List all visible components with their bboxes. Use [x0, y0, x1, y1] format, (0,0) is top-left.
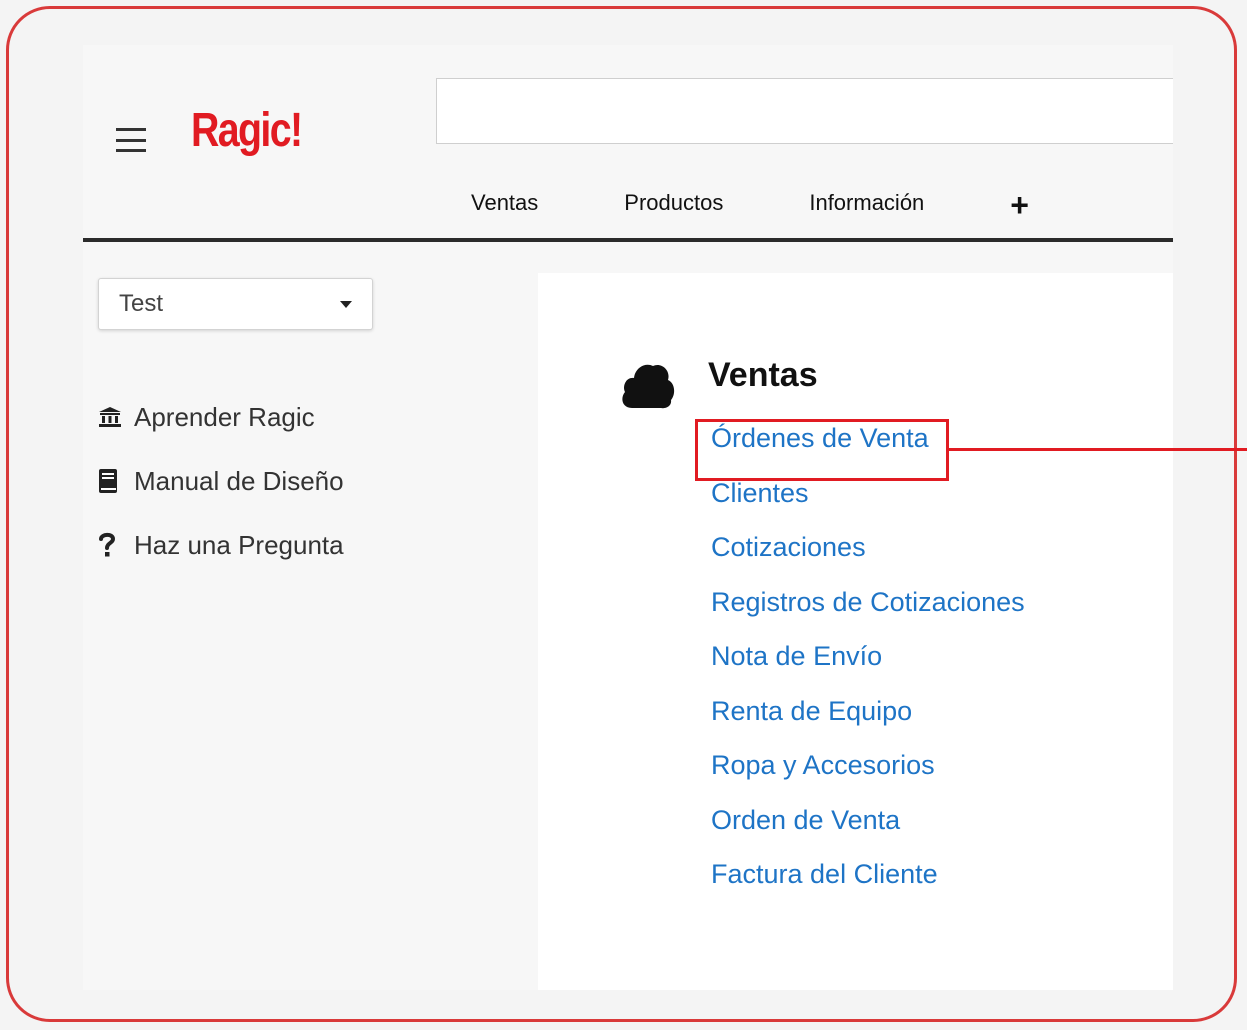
account-select-value: Test — [119, 290, 164, 317]
section-links: Órdenes de Venta Clientes Cotizaciones R… — [711, 411, 1025, 902]
top-bar: Ragic! Ventas Productos Información + — [83, 45, 1173, 242]
tab-ventas[interactable]: Ventas — [471, 190, 538, 216]
sidebar-item-haz-pregunta[interactable]: Haz una Pregunta — [98, 513, 373, 577]
annotation-highlight-box — [695, 419, 949, 481]
sidebar-item-label: Haz una Pregunta — [134, 529, 344, 560]
link-nota-de-envio[interactable]: Nota de Envío — [711, 629, 1025, 684]
add-tab-button[interactable]: + — [1010, 189, 1029, 221]
link-factura-del-cliente[interactable]: Factura del Cliente — [711, 847, 1025, 902]
book-icon — [98, 468, 134, 494]
bank-icon — [98, 406, 134, 428]
link-registros-de-cotizaciones[interactable]: Registros de Cotizaciones — [711, 575, 1025, 630]
main-panel: Ventas Órdenes de Venta Clientes Cotizac… — [538, 273, 1173, 990]
link-renta-de-equipo[interactable]: Renta de Equipo — [711, 684, 1025, 739]
search-input[interactable] — [436, 78, 1173, 144]
link-ropa-y-accesorios[interactable]: Ropa y Accesorios — [711, 738, 1025, 793]
sidebar-item-aprender-ragic[interactable]: Aprender Ragic — [98, 385, 373, 449]
link-orden-de-venta[interactable]: Orden de Venta — [711, 793, 1025, 848]
tab-informacion[interactable]: Información — [809, 190, 924, 216]
annotation-pointer-line — [949, 448, 1247, 451]
menu-icon[interactable] — [116, 128, 146, 152]
sidebar-item-label: Manual de Diseño — [134, 465, 344, 496]
app-window: Ragic! Ventas Productos Información + Te… — [83, 45, 1173, 990]
tab-productos[interactable]: Productos — [624, 190, 723, 216]
sidebar-links: Aprender Ragic Manual de Diseño Haz una … — [98, 385, 373, 577]
sidebar-item-manual-diseno[interactable]: Manual de Diseño — [98, 449, 373, 513]
logo[interactable]: Ragic! — [191, 103, 303, 159]
cloud-icon — [620, 360, 676, 415]
account-select[interactable]: Test — [98, 278, 373, 330]
sidebar-item-label: Aprender Ragic — [134, 401, 315, 432]
tab-bar: Ventas Productos Información + — [471, 183, 1029, 223]
chevron-down-icon — [340, 300, 352, 308]
section-title: Ventas — [708, 356, 818, 394]
question-icon — [98, 532, 134, 558]
link-cotizaciones[interactable]: Cotizaciones — [711, 520, 1025, 575]
sidebar: Test Aprender Ragic Manual de Diseño Haz… — [98, 278, 373, 577]
